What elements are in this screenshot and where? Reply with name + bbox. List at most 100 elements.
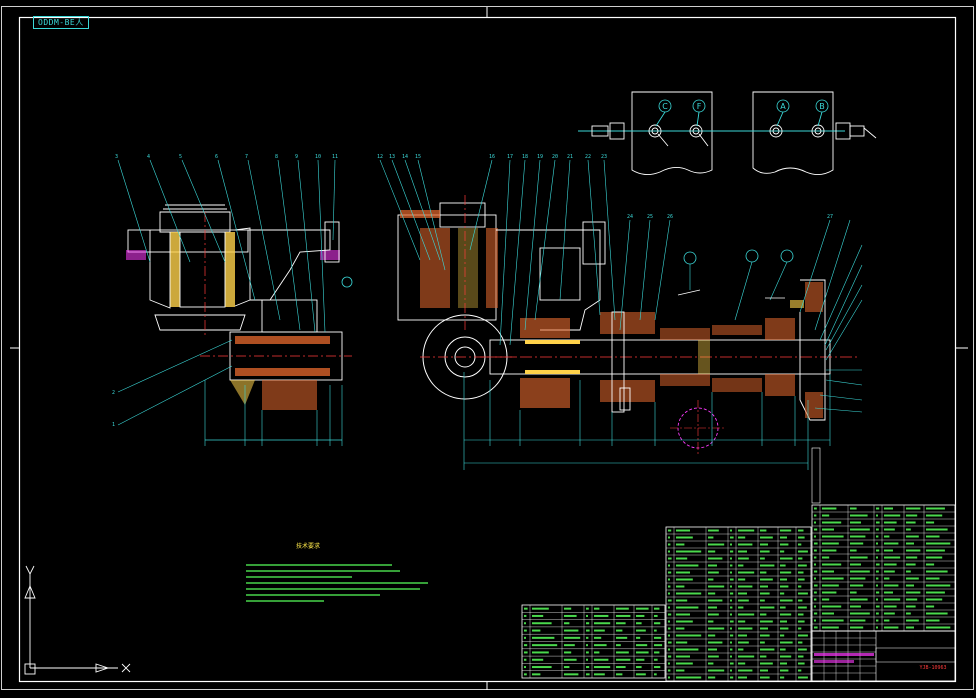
table-cell-text — [850, 507, 857, 510]
table-cell-text — [532, 629, 541, 632]
table-cell-text — [906, 521, 916, 524]
table-cell-text — [780, 557, 793, 560]
table-cell-text — [730, 529, 732, 532]
table-cell-text — [760, 606, 775, 609]
table-cell-text — [850, 612, 870, 615]
table-cell-text — [708, 641, 723, 644]
table-cell-text — [730, 599, 732, 602]
table-cell-text — [730, 669, 732, 672]
table-cell-text — [564, 607, 572, 610]
table-cell-text — [738, 578, 746, 581]
table-cell-text — [780, 627, 789, 630]
table-cell-text — [822, 570, 834, 573]
table-cell-text — [822, 535, 844, 538]
table-cell-text — [654, 673, 657, 676]
table-cell-text — [730, 571, 732, 574]
table-cell-text — [708, 613, 719, 616]
table-cell-text — [676, 662, 693, 665]
table-cell-text — [884, 577, 890, 580]
table-cell-text — [708, 529, 719, 532]
table-cell-text — [906, 626, 914, 629]
table-cell-text — [730, 648, 733, 651]
table-cell-text — [760, 655, 767, 658]
section-label: F — [697, 102, 702, 111]
table-cell-text — [586, 666, 590, 669]
table-cell-text — [586, 651, 589, 654]
table-cell-text — [594, 614, 609, 617]
table-cell-text — [708, 592, 716, 595]
table-cell-text — [906, 563, 916, 566]
table-cell-text — [676, 557, 688, 560]
section-labels: CFAB — [658, 99, 829, 113]
table-cell-text — [668, 578, 670, 581]
table-cell-text — [524, 629, 527, 632]
table-cell-text — [814, 598, 817, 601]
table-cell-text — [708, 669, 725, 672]
table-cell-text — [926, 535, 940, 538]
table-cell-text — [738, 669, 753, 672]
table-cell-text — [760, 550, 770, 553]
table-cell-text — [850, 542, 864, 545]
part-callout: 6 — [215, 154, 218, 160]
table-cell-text — [676, 543, 685, 546]
cad-drawing-canvas[interactable]: CFAB 1 2 3 4 5 6 7 8 9 10 11 12 13 14 15… — [0, 0, 976, 698]
table-cell-text — [586, 614, 588, 617]
table-cell-text — [884, 514, 901, 517]
assembly-drawing: CFAB 123 4 5 6 7 8 9 10 11 12 13 14 15 1… — [1, 6, 974, 690]
table-cell-text — [798, 641, 803, 644]
table-cell-text — [668, 676, 670, 679]
table-cell-text — [668, 627, 671, 630]
technical-notes — [246, 564, 428, 602]
table-cell-text — [876, 605, 880, 608]
table-cell-text — [654, 607, 660, 610]
table-cell-text — [738, 536, 746, 539]
part-callout: 8 — [275, 154, 278, 160]
table-cell-text — [730, 620, 734, 623]
table-cell-text — [780, 662, 787, 665]
table-cell-text — [814, 542, 818, 545]
table-cell-text — [822, 542, 839, 545]
table-cell-text — [876, 598, 878, 601]
table-cell-text — [708, 571, 719, 574]
table-cell-text — [636, 644, 648, 647]
table-cell-text — [814, 612, 818, 615]
section-label: A — [780, 102, 786, 111]
table-cell-text — [738, 571, 755, 574]
table-cell-text — [760, 529, 767, 532]
table-cell-text — [730, 543, 732, 546]
table-cell-text — [876, 535, 879, 538]
table-cell-text — [730, 606, 733, 609]
table-cell-text — [708, 655, 719, 658]
table-cell-text — [730, 641, 732, 644]
table-cell-text — [798, 592, 808, 595]
table-cell-text — [532, 666, 552, 669]
table-cell-text — [676, 571, 690, 574]
table-cell-text — [616, 658, 631, 661]
table-cell-text — [798, 613, 804, 616]
left-view — [117, 159, 353, 446]
table-cell-text — [760, 613, 767, 616]
part-callout: 18 — [522, 154, 528, 160]
table-cell-text — [780, 592, 785, 595]
table-cell-text — [668, 606, 670, 609]
table-cell-text — [780, 606, 786, 609]
table-cell-text — [524, 658, 527, 661]
table-cell-text — [708, 536, 714, 539]
table-cell-text — [884, 570, 895, 573]
table-cell-text — [616, 629, 623, 632]
part-callout: 3 — [115, 154, 118, 160]
table-cell-text — [850, 626, 864, 629]
table-cell-text — [668, 543, 671, 546]
table-cell-text — [676, 620, 693, 623]
table-cell-text — [822, 563, 842, 566]
table-cell-text — [668, 620, 670, 623]
table-cell-text — [798, 543, 802, 546]
table-cell-text — [676, 592, 702, 595]
table-cell-text — [760, 585, 768, 588]
table-cell-text — [738, 627, 753, 630]
table-cell-text — [636, 636, 641, 639]
table-cell-text — [814, 660, 854, 663]
table-cell-text — [876, 619, 879, 622]
table-cell-text — [668, 634, 670, 637]
table-cell-text — [850, 605, 861, 608]
